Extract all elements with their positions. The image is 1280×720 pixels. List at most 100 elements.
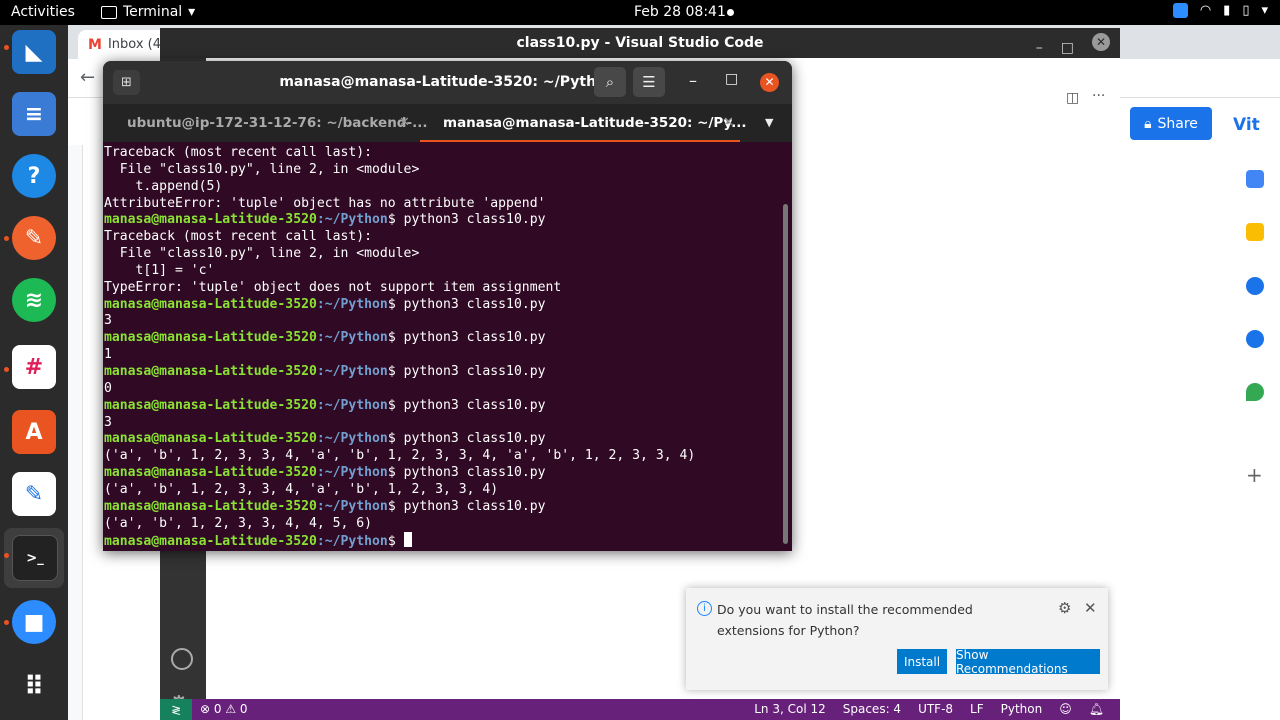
active-tab-indicator <box>420 140 740 142</box>
close-icon[interactable]: ✕ <box>399 104 410 142</box>
postman-icon[interactable]: ✎ <box>12 216 56 260</box>
search-icon[interactable]: ⌕ <box>594 67 626 97</box>
terminal-prompt-line: manasa@manasa-Latitude-3520:~/Python$ py… <box>104 499 780 516</box>
notification-message: Do you want to install the recommended e… <box>717 602 973 638</box>
terminal-output-line: Traceback (most recent call last): <box>104 145 373 160</box>
install-button[interactable]: Install <box>897 649 947 674</box>
tasks-icon[interactable] <box>1246 277 1264 295</box>
terminal-prompt-line: manasa@manasa-Latitude-3520:~/Python$ py… <box>104 398 780 415</box>
browser-tab-inbox[interactable]: M Inbox (4 <box>78 30 168 59</box>
prompt-user: manasa@manasa-Latitude-3520 <box>104 296 317 312</box>
prompt-dir: :~/Python <box>316 363 388 379</box>
power-menu-icon: ▾ <box>1261 3 1268 18</box>
zoom-tray-icon[interactable] <box>1172 3 1188 18</box>
terminal-output-line: t.append(5) <box>104 178 223 194</box>
vscode-icon[interactable]: ◣ <box>12 30 56 74</box>
chevron-down-icon: ▾ <box>188 4 196 20</box>
terminal-tabs: ubuntu@ip-172-31-12-76: ~/backend-... ✕ … <box>103 104 792 142</box>
share-label: Share <box>1157 115 1198 132</box>
back-icon[interactable]: ← <box>80 67 95 88</box>
calendar-icon[interactable] <box>1246 170 1264 188</box>
command: $ python3 class10.py <box>387 397 546 413</box>
new-tab-icon[interactable]: ⊞ <box>113 70 140 95</box>
slack-icon[interactable]: # <box>12 345 56 389</box>
prompt-dir: :~/Python <box>316 534 388 550</box>
hamburger-menu-icon[interactable]: ☰ <box>633 67 665 97</box>
running-indicator <box>4 367 9 372</box>
text-editor-icon[interactable]: ≡ <box>12 92 56 136</box>
split-editor-icon[interactable]: ◫ <box>1066 90 1079 106</box>
indentation[interactable]: Spaces: 4 <box>843 702 901 716</box>
top-bar: Activities Terminal ▾ Feb 28 08:41 ◠ ▮ ▯… <box>0 0 1280 25</box>
system-tray[interactable]: ◠ ▮ ▯ ▾ <box>1172 3 1268 18</box>
remote-icon[interactable]: ≷ <box>160 699 192 720</box>
gear-icon[interactable]: ⚙ <box>1058 599 1071 617</box>
prompt-dir: :~/Python <box>316 212 388 228</box>
lock-icon: 🔒︎ <box>1144 115 1152 132</box>
clock[interactable]: Feb 28 08:41 <box>634 4 726 20</box>
prompt-user: manasa@manasa-Latitude-3520 <box>104 212 317 228</box>
close-icon[interactable]: ✕ <box>1092 33 1110 51</box>
bell-icon[interactable]: 🔔︎ <box>1089 702 1104 716</box>
terminal-scrollbar[interactable] <box>783 204 788 544</box>
help-icon[interactable]: ? <box>12 154 56 198</box>
keep-icon[interactable] <box>1246 223 1264 241</box>
terminal-icon <box>101 5 117 19</box>
problems-indicator[interactable]: ⊗ 0 ⚠ 0 <box>200 702 248 716</box>
wifi-icon: ◠ <box>1199 3 1212 18</box>
cursor-position[interactable]: Ln 3, Col 12 <box>754 702 826 716</box>
show-recommendations-button[interactable]: Show Recommendations <box>956 648 1100 676</box>
window-title: class10.py - Visual Studio Code <box>516 35 764 51</box>
prompt-dir: :~/Python <box>316 498 388 514</box>
close-icon[interactable]: ✕ <box>760 73 779 92</box>
activities-button[interactable]: Activities <box>11 4 75 20</box>
maximize-icon[interactable]: □ <box>725 71 738 87</box>
terminal-dock-icon[interactable]: >_ <box>12 535 58 581</box>
feedback-icon[interactable]: ☺ <box>1059 702 1072 716</box>
terminal-output-line: ('a', 'b', 1, 2, 3, 3, 4, 4, 5, 6) <box>104 515 373 531</box>
terminal-output[interactable]: Traceback (most recent call last): File … <box>104 145 780 551</box>
encoding[interactable]: UTF-8 <box>918 702 953 716</box>
app-menu[interactable]: Terminal ▾ <box>101 4 195 20</box>
running-indicator <box>4 45 9 50</box>
command: $ python3 class10.py <box>387 330 546 346</box>
terminal-prompt-line: manasa@manasa-Latitude-3520:~/Python$ <box>104 532 780 551</box>
prompt-dir: :~/Python <box>316 465 388 481</box>
language-mode[interactable]: Python <box>1001 702 1043 716</box>
profile-avatar[interactable]: Vit <box>1233 115 1260 135</box>
terminal-tab-ubuntu[interactable]: ubuntu@ip-172-31-12-76: ~/backend-... <box>127 104 427 142</box>
terminal-output-line: Traceback (most recent call last): <box>104 229 373 245</box>
command: $ python3 class10.py <box>387 465 546 481</box>
prompt-user: manasa@manasa-Latitude-3520 <box>104 363 317 379</box>
terminal-prompt-line: manasa@manasa-Latitude-3520:~/Python$ py… <box>104 297 780 314</box>
app-name: Terminal <box>123 4 183 20</box>
eol[interactable]: LF <box>970 702 984 716</box>
terminal-prompt-line: manasa@manasa-Latitude-3520:~/Python$ py… <box>104 431 780 448</box>
close-icon[interactable]: ✕ <box>723 104 734 142</box>
vscode-titlebar: class10.py - Visual Studio Code – □ ✕ <box>160 28 1120 58</box>
close-icon[interactable]: ✕ <box>1084 599 1097 617</box>
command: $ python3 class10.py <box>387 431 546 447</box>
share-button[interactable]: 🔒︎ Share <box>1130 107 1212 140</box>
status-right: Ln 3, Col 12 Spaces: 4 UTF-8 LF Python ☺… <box>754 702 1104 716</box>
add-icon[interactable]: + <box>1246 463 1264 487</box>
vscode-statusbar: ≷ ⊗ 0 ⚠ 0 Ln 3, Col 12 Spaces: 4 UTF-8 L… <box>160 699 1120 720</box>
software-center-icon[interactable]: A <box>12 410 56 454</box>
spotify-icon[interactable]: ≋ <box>12 278 56 322</box>
terminal-output-line: File "class10.py", line 2, in <module> <box>104 246 420 262</box>
zoom-icon[interactable]: ■ <box>12 600 56 644</box>
info-icon: i <box>697 601 712 616</box>
terminal-output-line: t[1] = 'c' <box>104 262 215 278</box>
minimize-icon[interactable]: – <box>689 71 697 90</box>
terminal-tab-manasa[interactable]: manasa@manasa-Latitude-3520: ~/Py... <box>443 104 746 142</box>
more-actions-icon[interactable]: ··· <box>1092 88 1105 104</box>
notes-icon[interactable]: ✎ <box>12 472 56 516</box>
text-cursor <box>403 532 412 548</box>
account-icon[interactable] <box>171 648 193 670</box>
chevron-down-icon[interactable]: ▼ <box>765 104 773 142</box>
maps-icon[interactable] <box>1246 383 1264 401</box>
contacts-icon[interactable] <box>1246 330 1264 348</box>
app-grid-icon[interactable]: ⠿ <box>12 665 56 709</box>
prompt-user: manasa@manasa-Latitude-3520 <box>104 330 317 346</box>
terminal-prompt-line: manasa@manasa-Latitude-3520:~/Python$ py… <box>104 465 780 482</box>
